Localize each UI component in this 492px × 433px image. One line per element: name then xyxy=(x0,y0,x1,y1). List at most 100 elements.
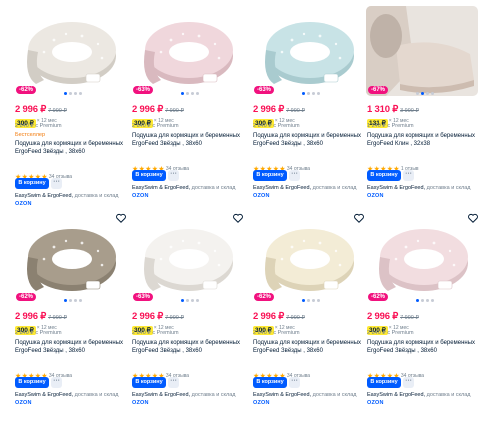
image-pagination[interactable] xyxy=(64,299,86,303)
product-image-box[interactable] xyxy=(366,213,478,303)
seller-info[interactable]: EasySwim & ErgoFeed, доставка и склад xyxy=(367,392,471,398)
heart-icon[interactable] xyxy=(232,211,244,223)
product-title[interactable]: Подушка для кормящих и беременных ErgoFe… xyxy=(253,132,363,156)
add-to-cart-button[interactable]: В корзину xyxy=(132,377,166,388)
product-image[interactable] xyxy=(14,213,126,303)
image-pagination[interactable] xyxy=(416,299,438,303)
image-dot[interactable] xyxy=(181,92,184,95)
add-to-cart-button[interactable]: В корзину xyxy=(367,170,401,181)
image-dot[interactable] xyxy=(302,299,305,302)
seller-info[interactable]: EasySwim & ErgoFeed, доставка и склад xyxy=(15,193,119,199)
product-card[interactable]: -62% 2 996 ₽7 990 ₽300 ₽ × 12 мес 2 840 ₽ с… xyxy=(252,213,364,423)
image-dot[interactable] xyxy=(69,299,72,302)
image-dot[interactable] xyxy=(196,299,199,302)
image-dot[interactable] xyxy=(431,299,434,302)
image-pagination[interactable] xyxy=(302,299,324,303)
image-dot[interactable] xyxy=(426,92,429,95)
seller-info[interactable]: EasySwim & ErgoFeed, доставка и склад xyxy=(253,185,357,191)
product-image[interactable] xyxy=(252,6,364,96)
image-dot[interactable] xyxy=(181,299,184,302)
image-dot[interactable] xyxy=(74,299,77,302)
image-dot[interactable] xyxy=(426,299,429,302)
product-image[interactable] xyxy=(14,6,126,96)
product-card[interactable]: -62% 2 996 ₽7 990 ₽300 ₽ × 12 мес 2 840 ₽ с… xyxy=(14,6,126,216)
image-dot[interactable] xyxy=(421,299,424,302)
image-dot[interactable] xyxy=(79,299,82,302)
product-image[interactable] xyxy=(131,6,243,96)
image-dot[interactable] xyxy=(416,299,419,302)
image-dot[interactable] xyxy=(191,299,194,302)
heart-icon[interactable] xyxy=(353,211,365,223)
image-pagination[interactable] xyxy=(64,92,86,96)
product-image[interactable] xyxy=(252,213,364,303)
product-image-box[interactable] xyxy=(252,6,364,96)
product-image-box[interactable] xyxy=(14,213,126,303)
product-card[interactable]: -63% 2 996 ₽7 990 ₽300 ₽ × 12 мес 2 840 ₽ с… xyxy=(131,6,243,216)
image-dot[interactable] xyxy=(74,92,77,95)
seller-info[interactable]: EasySwim & ErgoFeed, доставка и склад xyxy=(253,392,357,398)
image-dot[interactable] xyxy=(317,299,320,302)
add-to-cart-button[interactable]: В корзину xyxy=(367,377,401,388)
image-pagination[interactable] xyxy=(302,92,324,96)
image-dot[interactable] xyxy=(69,92,72,95)
product-title[interactable]: Подушка для кормящих и беременных ErgoFe… xyxy=(132,132,242,156)
product-card[interactable]: -62% 2 996 ₽7 990 ₽300 ₽ × 12 мес 2 840 ₽ с… xyxy=(366,213,478,423)
image-dot[interactable] xyxy=(191,92,194,95)
more-options-button[interactable]: ··· xyxy=(289,170,300,181)
image-dot[interactable] xyxy=(307,92,310,95)
add-to-cart-button[interactable]: В корзину xyxy=(132,170,166,181)
more-options-button[interactable]: ··· xyxy=(403,170,414,181)
image-dot[interactable] xyxy=(317,92,320,95)
image-dot[interactable] xyxy=(79,92,82,95)
product-title[interactable]: Подушка для кормящих и беременных ErgoFe… xyxy=(15,339,125,363)
product-image[interactable] xyxy=(366,6,478,96)
product-title[interactable]: Подушка для кормящих и беременных ErgoFe… xyxy=(15,140,125,164)
product-card[interactable]: -62% 2 996 ₽7 990 ₽300 ₽ × 12 мес 2 840 ₽ с… xyxy=(14,213,126,423)
product-card[interactable]: -63% 2 996 ₽7 990 ₽300 ₽ × 12 мес 2 840 ₽ с… xyxy=(252,6,364,216)
image-dot[interactable] xyxy=(431,92,434,95)
product-image-box[interactable] xyxy=(252,213,364,303)
image-dot[interactable] xyxy=(307,299,310,302)
add-to-cart-button[interactable]: В корзину xyxy=(15,377,49,388)
image-dot[interactable] xyxy=(302,92,305,95)
image-dot[interactable] xyxy=(312,299,315,302)
product-image-box[interactable] xyxy=(14,6,126,96)
more-options-button[interactable]: ··· xyxy=(168,170,179,181)
heart-icon[interactable] xyxy=(467,211,479,223)
product-image[interactable] xyxy=(131,213,243,303)
product-title[interactable]: Подушка для кормящих и беременных ErgoFe… xyxy=(132,339,242,363)
seller-info[interactable]: EasySwim & ErgoFeed, доставка и склад xyxy=(367,185,471,191)
product-title[interactable]: Подушка для кормящих и беременных ErgoFe… xyxy=(367,132,477,156)
seller-info[interactable]: EasySwim & ErgoFeed, доставка и склад xyxy=(15,392,119,398)
image-dot[interactable] xyxy=(312,92,315,95)
product-image-box[interactable] xyxy=(131,6,243,96)
product-image[interactable] xyxy=(366,213,478,303)
image-dot[interactable] xyxy=(416,92,419,95)
image-dot[interactable] xyxy=(186,299,189,302)
product-title[interactable]: Подушка для кормящих и беременных ErgoFe… xyxy=(367,339,477,363)
product-title[interactable]: Подушка для кормящих и беременных ErgoFe… xyxy=(253,339,363,363)
product-card[interactable]: -63% 2 996 ₽7 990 ₽300 ₽ × 12 мес 2 840 ₽ с… xyxy=(131,213,243,423)
more-options-button[interactable]: ··· xyxy=(289,377,300,388)
image-pagination[interactable] xyxy=(181,299,203,303)
image-dot[interactable] xyxy=(196,92,199,95)
image-pagination[interactable] xyxy=(416,92,438,96)
seller-info[interactable]: EasySwim & ErgoFeed, доставка и склад xyxy=(132,392,236,398)
image-dot[interactable] xyxy=(421,92,424,95)
more-options-button[interactable]: ··· xyxy=(51,377,62,388)
image-pagination[interactable] xyxy=(181,92,203,96)
image-dot[interactable] xyxy=(64,92,67,95)
seller-info[interactable]: EasySwim & ErgoFeed, доставка и склад xyxy=(132,185,236,191)
product-image-box[interactable] xyxy=(131,213,243,303)
more-options-button[interactable]: ··· xyxy=(403,377,414,388)
product-image-box[interactable] xyxy=(366,6,478,96)
image-dot[interactable] xyxy=(186,92,189,95)
product-card[interactable]: -67% 1 310 ₽3 990 ₽131 ₽ × 12 мес 1 240 ₽ с… xyxy=(366,6,478,216)
more-options-button[interactable]: ··· xyxy=(168,377,179,388)
image-dot[interactable] xyxy=(64,299,67,302)
add-to-cart-button[interactable]: В корзину xyxy=(253,170,287,181)
add-to-cart-button[interactable]: В корзину xyxy=(253,377,287,388)
add-to-cart-button[interactable]: В корзину xyxy=(15,178,49,189)
more-options-button[interactable]: ··· xyxy=(51,178,62,189)
heart-icon[interactable] xyxy=(115,211,127,223)
